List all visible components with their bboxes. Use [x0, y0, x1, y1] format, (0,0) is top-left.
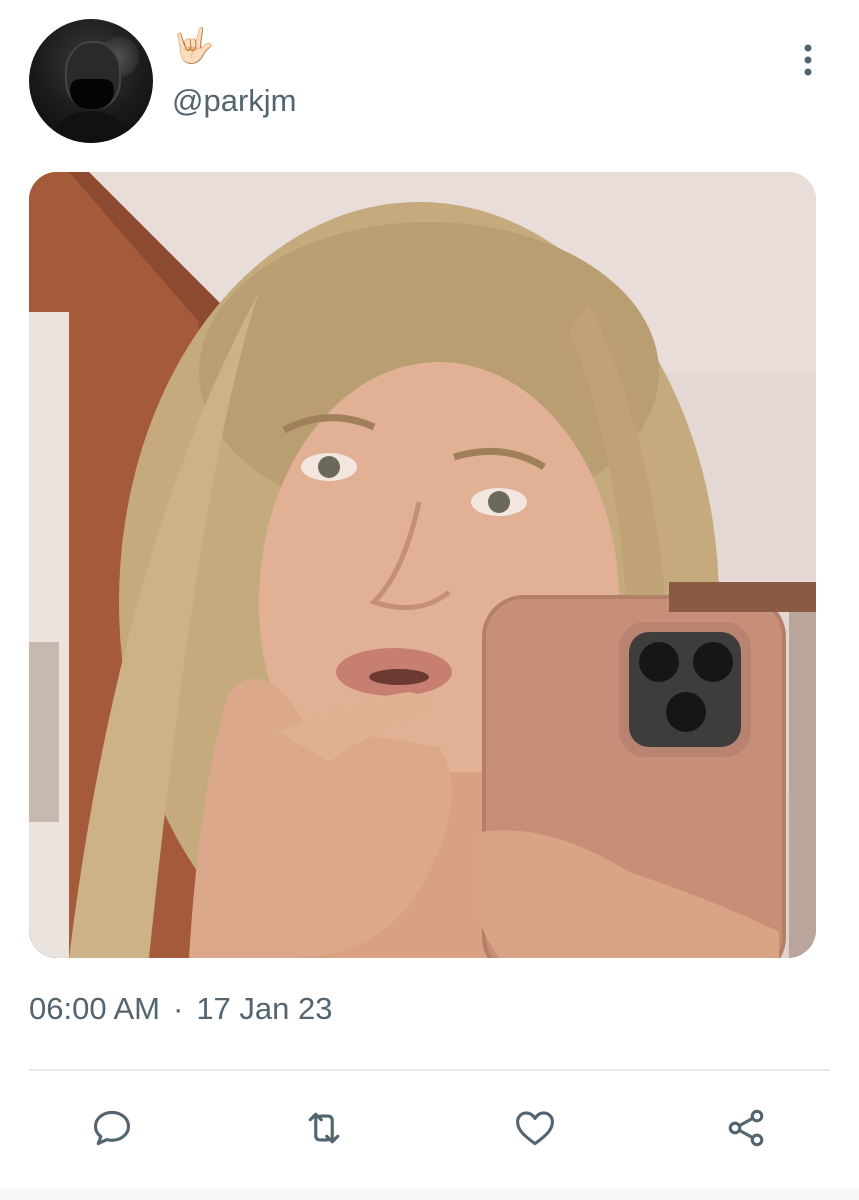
avatar[interactable] — [29, 19, 153, 143]
display-name[interactable]: 🤟🏻 — [172, 26, 214, 66]
reply-icon — [93, 1110, 131, 1146]
tweet-date: 17 Jan 23 — [196, 991, 333, 1026]
tweet-time: 06:00 AM — [29, 991, 160, 1026]
reply-button[interactable] — [88, 1104, 136, 1152]
divider — [29, 1069, 830, 1071]
retweet-button[interactable] — [300, 1104, 348, 1152]
timestamp-separator: · — [172, 991, 184, 1026]
more-options-button[interactable] — [792, 40, 824, 80]
share-button[interactable] — [722, 1104, 770, 1152]
bottom-edge — [0, 1188, 859, 1200]
selfie-photo — [29, 172, 816, 958]
tweet-media-photo[interactable] — [29, 172, 816, 958]
like-button[interactable] — [511, 1104, 559, 1152]
heart-icon — [516, 1111, 554, 1146]
tweet-timestamp[interactable]: 06:00 AM · 17 Jan 23 — [29, 990, 332, 1028]
avatar-body — [43, 111, 139, 143]
retweet-icon — [308, 1112, 340, 1144]
share-icon — [728, 1109, 764, 1147]
avatar-mask — [70, 79, 114, 109]
user-handle[interactable]: @parkjm — [172, 82, 296, 120]
more-vertical-icon — [804, 44, 812, 76]
